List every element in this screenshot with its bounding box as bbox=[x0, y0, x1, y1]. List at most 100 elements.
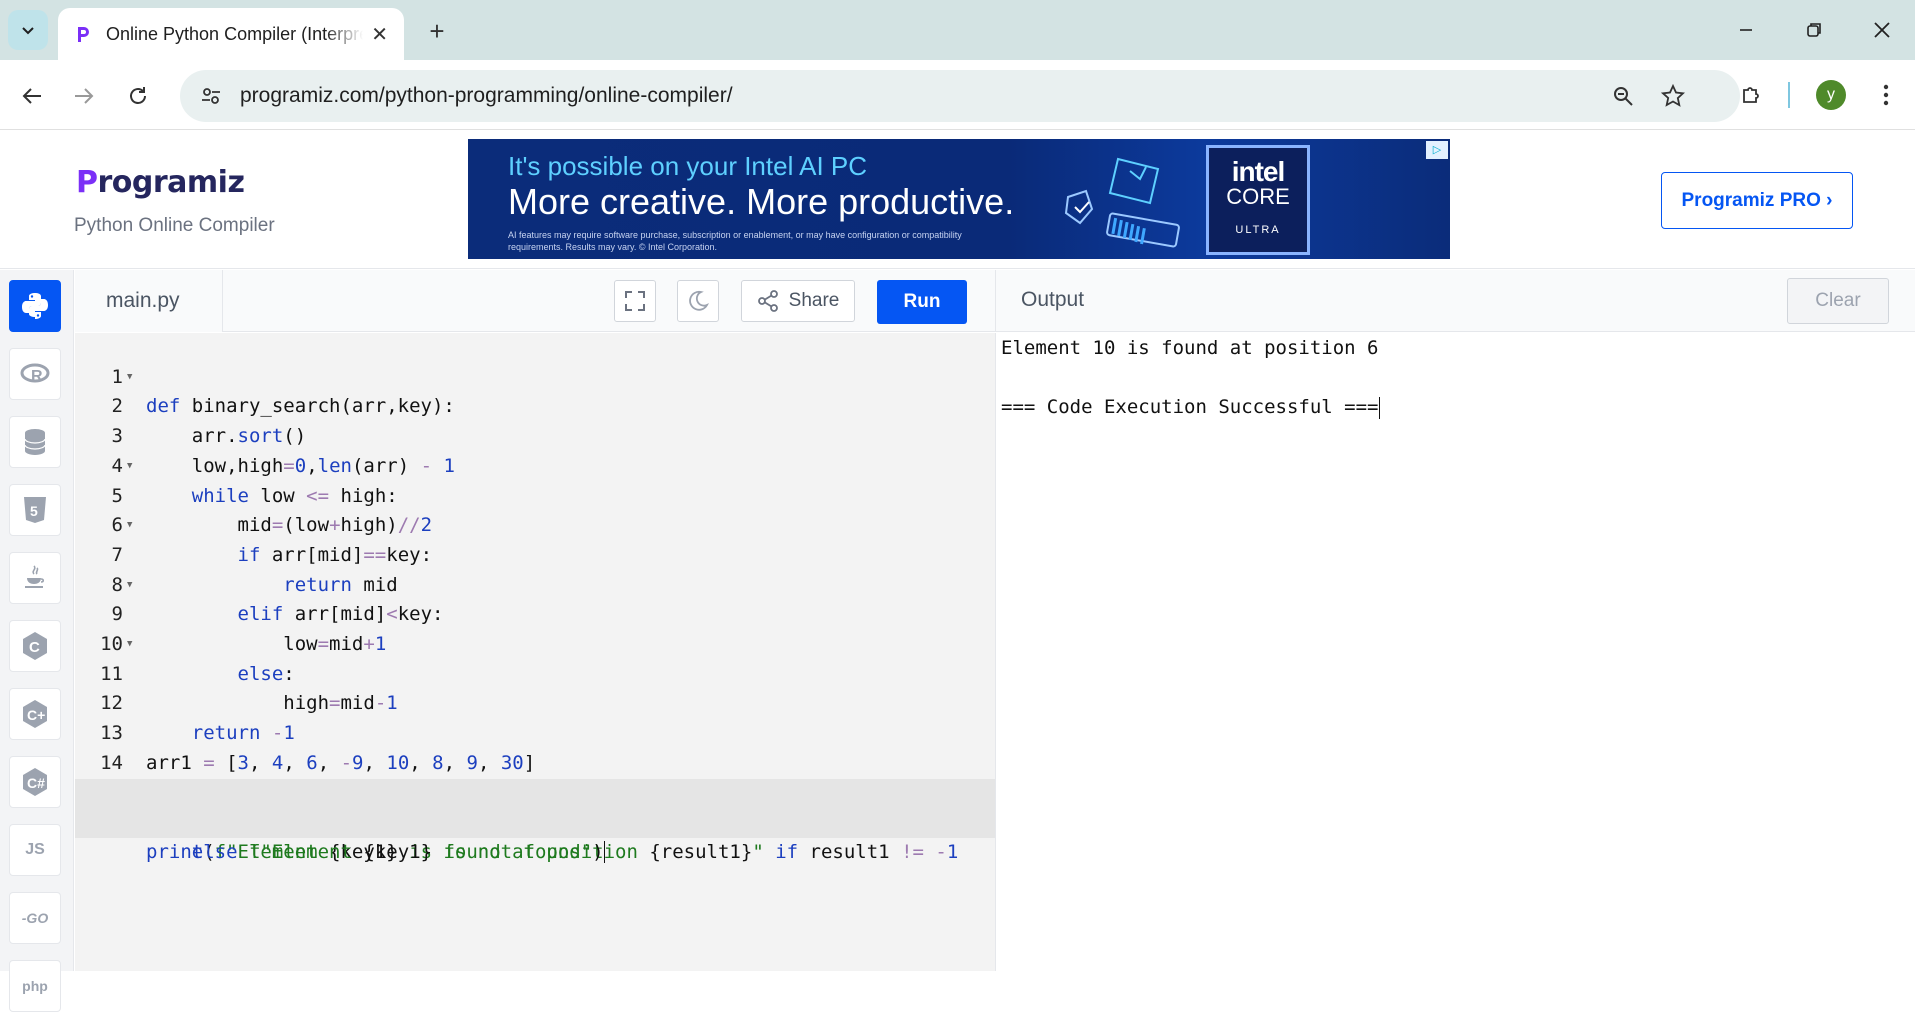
code-line[interactable]: 14 key1 = 10 bbox=[75, 719, 995, 804]
tab-title: Online Python Compiler (Interpreter) bbox=[106, 23, 363, 44]
close-icon bbox=[1874, 22, 1890, 38]
adchoices-icon[interactable]: ▷ bbox=[1426, 141, 1448, 159]
r-language-button[interactable]: R bbox=[9, 348, 61, 400]
output-cursor bbox=[1378, 396, 1380, 419]
html-language-button[interactable]: 5 bbox=[9, 484, 61, 536]
close-tab-icon[interactable]: ✕ bbox=[371, 22, 388, 47]
javascript-language-button[interactable]: JS bbox=[9, 824, 61, 876]
arrow-left-icon bbox=[22, 88, 41, 104]
output-header: Output Clear bbox=[995, 270, 1915, 332]
zoom-icon[interactable] bbox=[1606, 79, 1640, 113]
forward-button[interactable] bbox=[64, 76, 104, 116]
python-language-button[interactable] bbox=[9, 280, 61, 332]
site-info-icon[interactable] bbox=[194, 79, 228, 113]
code-line[interactable]: 11 high=mid-1 bbox=[75, 630, 995, 715]
url-text[interactable]: programiz.com/python-programming/online-… bbox=[240, 84, 733, 108]
logo-initial: P bbox=[76, 165, 98, 200]
code-line-active[interactable]: 16 print(f"Element {key1} is found at po… bbox=[75, 778, 995, 863]
sql-language-button[interactable] bbox=[9, 416, 61, 468]
ad-tagline: More creative. More productive. bbox=[508, 181, 1015, 222]
language-sidebar: R 5 C C+ C# JS -GO php bbox=[0, 270, 74, 1012]
extensions-button[interactable] bbox=[1732, 75, 1772, 115]
fullscreen-button[interactable] bbox=[614, 280, 656, 322]
go-language-button[interactable]: -GO bbox=[9, 892, 61, 944]
programiz-pro-button[interactable]: Programiz PRO › bbox=[1661, 172, 1853, 229]
java-language-button[interactable] bbox=[9, 552, 61, 604]
code-line[interactable]: 13 arr1 = [3, 4, 6, -9, 10, 8, 9, 30] bbox=[75, 689, 995, 774]
moon-icon bbox=[689, 290, 709, 311]
browser-menu-button[interactable] bbox=[1866, 75, 1906, 115]
php-icon: php bbox=[22, 978, 48, 994]
editor-header: main.py Share Run bbox=[75, 270, 995, 332]
browser-tabstrip: Online Python Compiler (Interpreter) ✕ + bbox=[0, 0, 1915, 60]
ad-banner[interactable]: It's possible on your Intel AI PC More c… bbox=[468, 139, 1450, 259]
restore-button[interactable] bbox=[1784, 10, 1844, 50]
back-button[interactable] bbox=[12, 76, 52, 116]
dark-mode-button[interactable] bbox=[677, 280, 719, 322]
fullscreen-icon bbox=[625, 291, 645, 311]
go-icon: -GO bbox=[21, 910, 49, 926]
code-line[interactable]: 4 ▼ while low <= high: bbox=[75, 422, 995, 507]
code-line[interactable]: 9 low=mid+1 bbox=[75, 571, 995, 655]
clear-button[interactable]: Clear bbox=[1787, 278, 1889, 324]
svg-text:C#: C# bbox=[27, 775, 45, 791]
text-cursor bbox=[603, 841, 605, 864]
code-line[interactable]: 8 ▼ elif arr[mid]<key: bbox=[75, 541, 995, 626]
close-window-button[interactable] bbox=[1852, 10, 1912, 50]
svg-text:C+: C+ bbox=[27, 707, 45, 723]
js-icon: JS bbox=[25, 841, 45, 858]
tab-search-button[interactable] bbox=[8, 10, 48, 50]
new-tab-button[interactable]: + bbox=[420, 14, 454, 48]
intel-ultra: ULTRA bbox=[1235, 224, 1281, 236]
svg-text:R: R bbox=[31, 368, 43, 385]
code-line-wrapped[interactable]: else f"Element {key1} is not found") bbox=[75, 808, 995, 864]
run-button[interactable]: Run bbox=[877, 280, 967, 324]
more-vertical-icon bbox=[1883, 84, 1889, 106]
c-language-button[interactable]: C bbox=[9, 620, 61, 672]
reload-icon bbox=[130, 87, 146, 104]
code-line[interactable]: 6 ▼ if arr[mid]==key: bbox=[75, 482, 995, 566]
cpp-language-button[interactable]: C+ bbox=[9, 688, 61, 740]
csharp-language-button[interactable]: C# bbox=[9, 756, 61, 808]
output-line-text: === Code Execution Successful === bbox=[1001, 396, 1379, 418]
bookmark-star-icon[interactable] bbox=[1656, 79, 1690, 113]
output-title: Output bbox=[1021, 288, 1085, 311]
cpp-icon: C+ bbox=[23, 700, 47, 728]
toolbar-divider bbox=[1788, 82, 1790, 108]
database-icon bbox=[24, 429, 46, 455]
reload-button[interactable] bbox=[118, 76, 158, 116]
logo-text: rogramiz bbox=[97, 165, 245, 200]
code-line[interactable]: 7 return mid bbox=[75, 511, 995, 596]
address-bar[interactable]: programiz.com/python-programming/online-… bbox=[180, 70, 1740, 122]
code-line[interactable]: 2 arr.sort() bbox=[75, 363, 995, 447]
output-console[interactable]: Element 10 is found at position 6 === Co… bbox=[995, 333, 1915, 971]
site-header: Programiz Python Online Compiler It's po… bbox=[0, 131, 1915, 269]
c-icon: C bbox=[23, 632, 47, 660]
puzzle-icon bbox=[1743, 87, 1759, 103]
code-text: else f"Element {key1} is not found") bbox=[191, 840, 605, 864]
code-line[interactable]: 12 return -1 bbox=[75, 660, 995, 744]
code-line[interactable]: 1 ▼ def binary_search(arr,key): bbox=[75, 333, 995, 418]
code-editor[interactable]: 1 ▼ def binary_search(arr,key): 2 arr.sor… bbox=[75, 333, 995, 971]
code-line[interactable]: 5 mid=(low+high)//2 bbox=[75, 452, 995, 537]
share-button[interactable]: Share bbox=[741, 280, 855, 322]
programiz-logo[interactable]: Programiz bbox=[76, 165, 245, 200]
minimize-button[interactable] bbox=[1716, 10, 1776, 50]
svg-text:C: C bbox=[29, 639, 40, 656]
browser-tab[interactable]: Online Python Compiler (Interpreter) ✕ bbox=[58, 8, 404, 60]
code-line[interactable]: 15 result1 = binary_search(arr1, key1) bbox=[75, 749, 995, 834]
code-line[interactable]: 10 ▼ else: bbox=[75, 600, 995, 685]
java-cup-icon bbox=[25, 565, 45, 588]
file-tab[interactable]: main.py bbox=[75, 270, 223, 332]
page-subtitle: Python Online Compiler bbox=[74, 215, 275, 236]
php-language-button[interactable]: php bbox=[9, 960, 61, 1012]
output-line: === Code Execution Successful === bbox=[1001, 392, 1380, 422]
intel-core: CORE bbox=[1226, 184, 1290, 209]
share-label: Share bbox=[788, 290, 840, 311]
ad-headline: It's possible on your Intel AI PC bbox=[508, 151, 868, 181]
share-icon bbox=[757, 290, 778, 312]
code-line[interactable]: 3 low,high=0,len(arr) - 1 bbox=[75, 392, 995, 477]
r-icon: R bbox=[20, 363, 50, 385]
profile-avatar[interactable]: y bbox=[1816, 80, 1846, 110]
ad-fine-print: AI features may require software purchas… bbox=[508, 230, 962, 252]
